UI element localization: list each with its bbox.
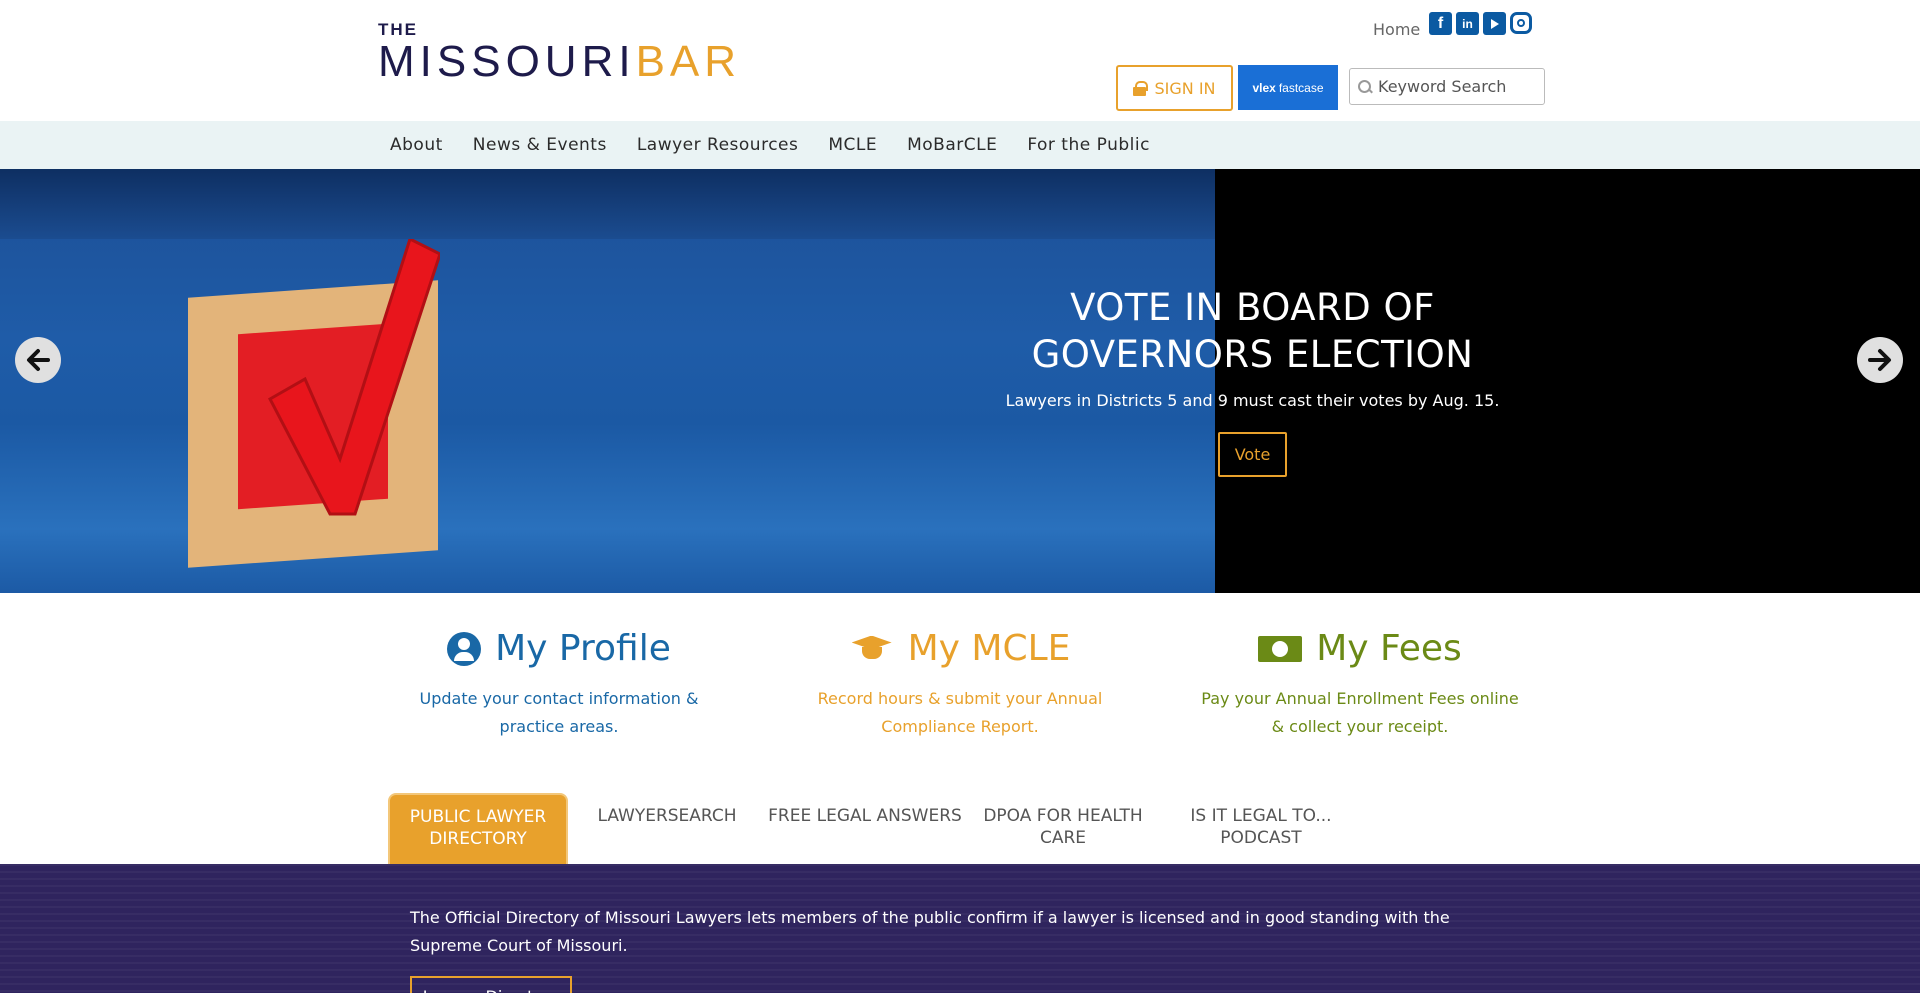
nav-item-mobarcle[interactable]: MoBarCLE — [892, 135, 1012, 155]
search-icon[interactable] — [1358, 79, 1372, 94]
tab-free-legal-answers[interactable]: FREE LEGAL ANSWERS — [766, 793, 964, 864]
carousel-next-button[interactable] — [1857, 337, 1903, 383]
nav-item-lawyer-resources[interactable]: Lawyer Resources — [622, 135, 814, 155]
arrow-right-icon — [1868, 349, 1891, 371]
fastcase-label: fastcase — [1278, 80, 1324, 95]
facebook-icon[interactable]: f — [1429, 12, 1452, 35]
user-circle-icon — [447, 631, 482, 666]
my-mcle-text: Record hours & submit your Annual Compli… — [817, 689, 1103, 736]
nav-item-news-events[interactable]: News & Events — [458, 135, 622, 155]
hero-carousel: VOTE IN BOARD OF GOVERNORS ELECTION Lawy… — [0, 169, 1920, 593]
my-profile-heading: My Profile — [399, 628, 719, 669]
nav-item-about[interactable]: About — [375, 135, 458, 155]
arrow-left-icon — [27, 349, 50, 371]
tab-panel: The Official Directory of Missouri Lawye… — [0, 864, 1920, 993]
play-icon — [1490, 18, 1499, 29]
youtube-icon[interactable] — [1483, 12, 1506, 35]
linkedin-icon[interactable]: in — [1456, 12, 1479, 35]
logo-wordmark: MISSOURIBAR — [378, 40, 741, 84]
nav-item-mcle[interactable]: MCLE — [813, 135, 892, 155]
sign-in-button[interactable]: SIGN IN — [1116, 65, 1233, 111]
carousel-prev-button[interactable] — [15, 337, 61, 383]
my-mcle-card[interactable]: My MCLE Record hours & submit your Annua… — [800, 628, 1120, 741]
site-logo[interactable]: THE MISSOURIBAR — [378, 20, 741, 84]
logo-bar: BAR — [635, 37, 742, 86]
main-nav: About News & Events Lawyer Resources MCL… — [0, 121, 1920, 169]
lock-icon — [1133, 81, 1149, 96]
hero-subtitle: Lawyers in Districts 5 and 9 must cast t… — [1005, 391, 1500, 410]
vlex-fastcase-button[interactable]: vlex fastcase — [1238, 65, 1338, 110]
search-box — [1349, 68, 1545, 105]
instagram-lens — [1517, 19, 1525, 27]
my-profile-card[interactable]: My Profile Update your contact informati… — [399, 628, 719, 741]
checkmark-icon — [268, 236, 440, 516]
my-mcle-heading: My MCLE — [800, 628, 1120, 669]
my-fees-text: Pay your Annual Enrollment Fees online &… — [1201, 689, 1519, 736]
tab-is-it-legal-podcast[interactable]: IS IT LEGAL TO... PODCAST — [1162, 793, 1360, 864]
nav-item-for-the-public[interactable]: For the Public — [1012, 135, 1165, 155]
my-mcle-title: My MCLE — [907, 628, 1071, 669]
search-input[interactable] — [1378, 77, 1538, 96]
sign-in-label: SIGN IN — [1154, 78, 1216, 98]
my-fees-card[interactable]: My Fees Pay your Annual Enrollment Fees … — [1200, 628, 1520, 741]
lawyer-directory-button[interactable]: Lawyer Directory — [410, 976, 572, 993]
home-link[interactable]: Home — [1373, 20, 1420, 39]
my-fees-heading: My Fees — [1200, 628, 1520, 669]
graduation-cap-icon — [850, 634, 894, 664]
tab-dpoa-health-care[interactable]: DPOA FOR HEALTH CARE — [964, 793, 1162, 864]
my-profile-text: Update your contact information & practi… — [419, 689, 699, 736]
site-header: THE MISSOURIBAR Home f in SIGN IN vlex f… — [0, 0, 1920, 121]
panel-description: The Official Directory of Missouri Lawye… — [410, 908, 1450, 955]
instagram-icon[interactable] — [1510, 12, 1532, 34]
tab-public-lawyer-directory[interactable]: PUBLIC LAWYER DIRECTORY — [388, 793, 568, 874]
hero-image — [0, 169, 1215, 593]
money-bill-icon — [1258, 635, 1303, 662]
hero-title: VOTE IN BOARD OF GOVERNORS ELECTION — [1031, 286, 1474, 376]
public-tabs: PUBLIC LAWYER DIRECTORY LAWYERSEARCH FRE… — [388, 793, 1360, 874]
my-profile-title: My Profile — [495, 628, 671, 669]
tab-lawyersearch[interactable]: LAWYERSEARCH — [568, 793, 766, 864]
logo-missouri: MISSOURI — [378, 37, 636, 86]
my-fees-title: My Fees — [1316, 628, 1462, 669]
vlex-label: vlex — [1252, 80, 1276, 95]
vote-button[interactable]: Vote — [1218, 432, 1287, 477]
